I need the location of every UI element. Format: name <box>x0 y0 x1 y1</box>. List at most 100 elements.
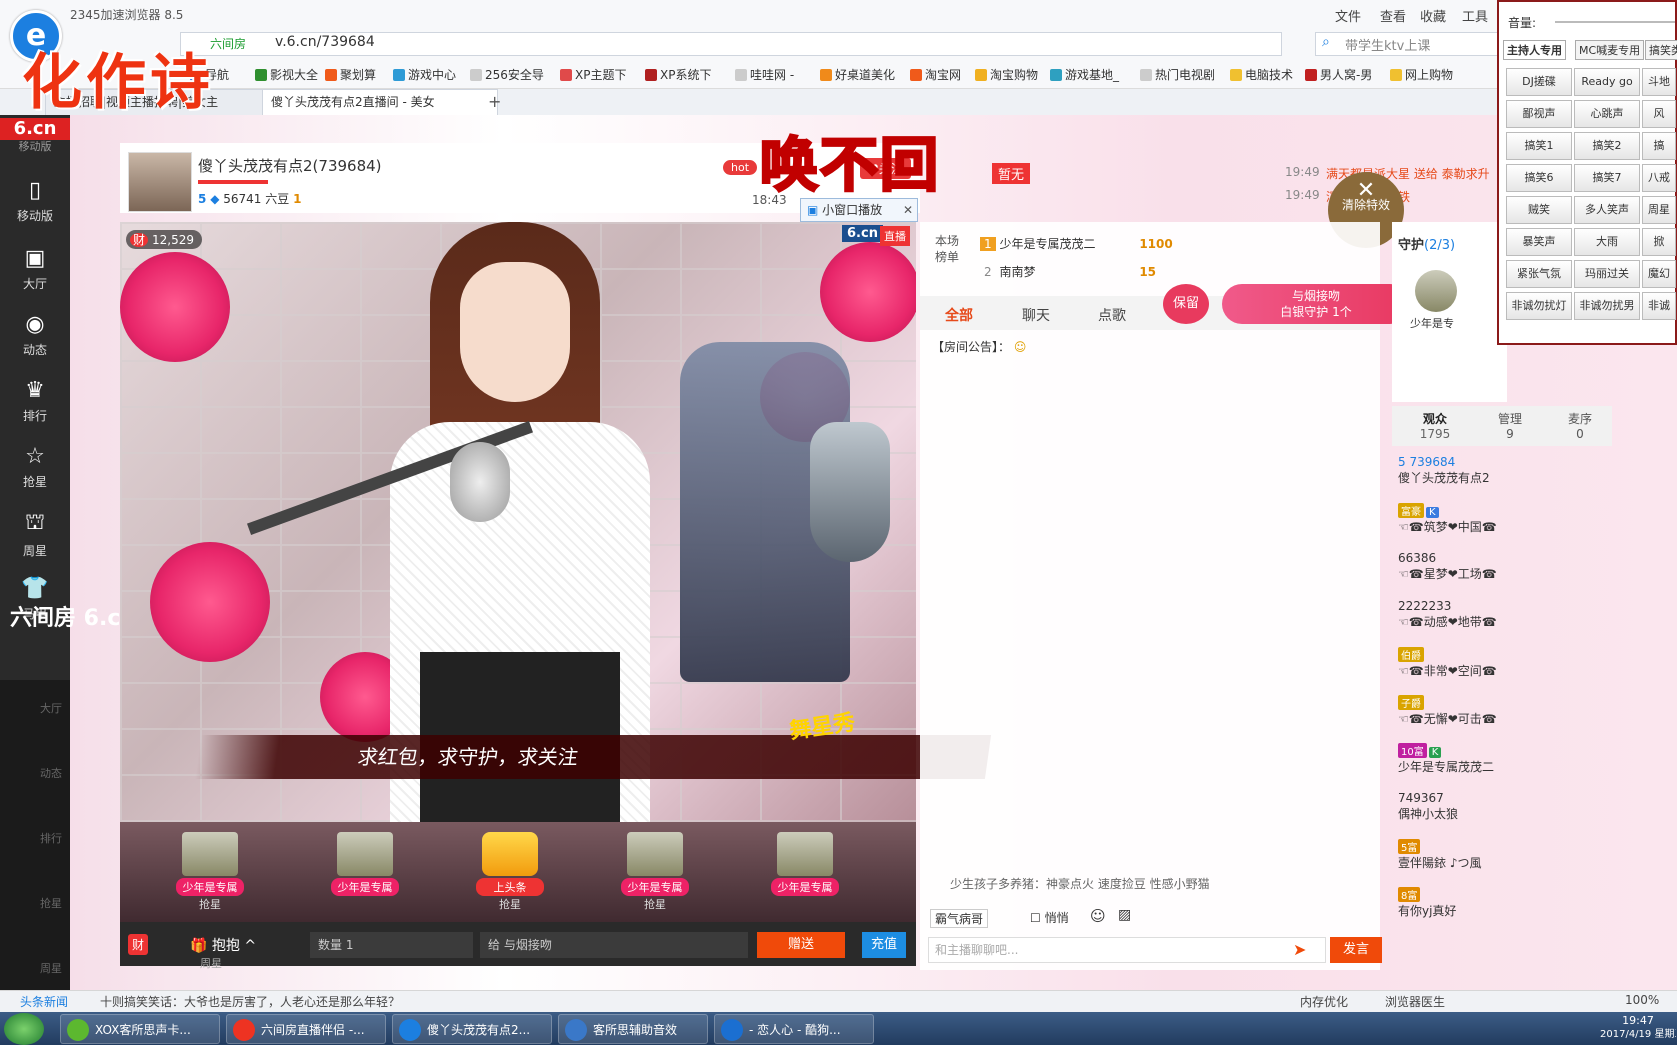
image-icon[interactable]: ▨ <box>1118 907 1131 923</box>
ranking-row[interactable]: 1 少年是专属茂茂二 1100 <box>980 235 1173 252</box>
nav-item-rank[interactable]: ♛ 排行 <box>0 370 70 434</box>
sound-button[interactable]: 搞笑2 <box>1574 132 1640 160</box>
sound-button[interactable]: 玛丽过关 <box>1574 260 1640 288</box>
sound-button[interactable]: 多人笑声 <box>1574 196 1640 224</box>
seat[interactable]: 少年是专属 抢星 <box>170 830 250 911</box>
bookmark[interactable]: 电脑技术 <box>1230 66 1293 83</box>
bookmark[interactable]: 256安全导 <box>470 66 544 83</box>
site-logo[interactable]: 6.cn <box>0 118 70 140</box>
sound-button[interactable]: 搞笑1 <box>1506 132 1572 160</box>
list-item[interactable]: 10富 K 少年是专属茂茂二 <box>1398 743 1608 791</box>
sound-button[interactable]: 非诚勿扰男 <box>1574 292 1640 320</box>
nav-item-mobile[interactable]: ▯ 移动版 <box>0 170 70 234</box>
send-icon[interactable]: ➤ <box>1293 940 1306 959</box>
emoji-icon[interactable]: ☺ <box>1090 907 1106 925</box>
new-tab-icon[interactable]: + <box>488 92 501 111</box>
list-item[interactable]: 子爵 ☜☎无懈❤可击☎ <box>1398 695 1608 743</box>
bookmark[interactable]: 好桌道美化 <box>820 66 895 83</box>
tab-mic-queue[interactable]: 麦序 0 <box>1545 410 1615 441</box>
sound-button[interactable]: 贼笑 <box>1506 196 1572 224</box>
tab-host[interactable]: 主持人专用 <box>1503 40 1566 60</box>
fortune-icon[interactable]: 财 <box>128 934 149 955</box>
taskbar-item[interactable]: XOX客所思声卡... <box>60 1014 220 1044</box>
sound-button[interactable]: 搞笑6 <box>1506 164 1572 192</box>
bookmark[interactable]: 游戏基地_ <box>1050 66 1119 83</box>
bookmark[interactable]: 网上购物 <box>1390 66 1453 83</box>
bookmark[interactable]: 哇哇网 - <box>735 66 794 83</box>
sound-button[interactable]: 风 <box>1642 100 1676 128</box>
menu-file[interactable]: 文件 <box>1335 6 1361 25</box>
zoom-level[interactable]: 100% <box>1625 993 1659 1007</box>
sound-button[interactable]: 周星 <box>1642 196 1676 224</box>
chat-target[interactable]: 霸气病哥 <box>930 909 989 928</box>
tab-mc[interactable]: MC喊麦专用 <box>1575 40 1645 60</box>
sound-button[interactable]: 暴笑声 <box>1506 228 1572 256</box>
nav-item-dynamic[interactable]: ◉ 动态 <box>0 304 70 368</box>
menu-tools[interactable]: 工具 <box>1462 6 1488 25</box>
list-item[interactable]: 2222233 ☜☎动感❤地带☎ <box>1398 599 1608 647</box>
sound-button[interactable]: 紧张气氛 <box>1506 260 1572 288</box>
memory-optimize-button[interactable]: 内存优化 <box>1300 993 1348 1010</box>
browser-tab-active[interactable]: 傻丫头茂茂有点2直播间 - 美女 <box>262 89 498 115</box>
chat-input[interactable]: 和主播聊聊吧... <box>928 937 1326 963</box>
tab-song-request[interactable]: 点歌 <box>1098 305 1126 325</box>
keep-badge[interactable]: 保留 <box>1163 284 1209 324</box>
system-clock[interactable]: 19:47 2017/4/19 星期三 <box>1600 1014 1676 1042</box>
sound-button[interactable]: 魔幻 <box>1642 260 1676 288</box>
sound-button[interactable]: 非诚勿扰灯 <box>1506 292 1572 320</box>
tab-audience[interactable]: 观众 1795 <box>1400 410 1470 441</box>
bookmark[interactable]: XP主题下 <box>560 66 626 83</box>
tab-admin[interactable]: 管理 9 <box>1475 410 1545 441</box>
sound-button[interactable]: 搞 <box>1642 132 1676 160</box>
nav-item-hall[interactable]: ▣ 大厅 <box>0 238 70 302</box>
whisper-checkbox[interactable]: ☐ 悄悄 <box>1030 909 1069 926</box>
bookmark[interactable]: 影视大全 <box>255 66 318 83</box>
volume-slider[interactable] <box>1555 21 1675 23</box>
search-icon[interactable]: ⌕ <box>1322 34 1330 50</box>
taskbar-item[interactable]: 傻丫头茂茂有点2... <box>392 1014 552 1044</box>
list-item[interactable]: 5 739684 傻丫头茂茂有点2 <box>1398 455 1608 503</box>
guard-avatar[interactable] <box>1415 270 1457 312</box>
hug-button[interactable]: 🎁 抱抱 ^ <box>190 935 256 955</box>
nav-item-star[interactable]: ☆ 抢星 <box>0 436 70 500</box>
sound-button[interactable]: 搞笑7 <box>1574 164 1640 192</box>
taskbar-item[interactable]: 客所思辅助音效 <box>558 1014 708 1044</box>
taskbar-item[interactable]: 六间房直播伴侣 -... <box>226 1014 386 1044</box>
bookmark[interactable]: 聚划算 <box>325 66 376 83</box>
sound-button[interactable]: 心跳声 <box>1574 100 1640 128</box>
list-item[interactable]: 富豪 K ☜☎筑梦❤中国☎ <box>1398 503 1608 551</box>
list-item[interactable]: 8富 有你yj真好 <box>1398 887 1608 935</box>
bookmark[interactable]: 热门电视剧 <box>1140 66 1215 83</box>
tab-chat[interactable]: 聊天 <box>1022 305 1050 325</box>
ranking-row[interactable]: 2 南南梦 15 <box>980 263 1156 280</box>
sound-button[interactable]: DJ搓碟 <box>1506 68 1572 96</box>
bookmark[interactable]: XP系统下 <box>645 66 711 83</box>
guard-button[interactable]: 与烟接吻 白银守护 1个 <box>1222 284 1410 324</box>
anchor-name[interactable]: 傻丫头茂茂有点2(739684) <box>198 155 382 176</box>
menu-favorites[interactable]: 收藏 <box>1420 6 1446 25</box>
tab-funny[interactable]: 搞笑类 <box>1645 40 1677 60</box>
news-ticker[interactable]: 十则搞笑笑话：大爷也是厉害了，人老心还是那么年轻？ <box>100 993 400 1010</box>
sound-button[interactable]: 大雨 <box>1574 228 1640 256</box>
sound-button[interactable]: Ready go <box>1574 68 1640 96</box>
recipient-select[interactable]: 给 与烟接吻 <box>480 932 748 958</box>
send-gift-button[interactable]: 赠送 <box>757 932 845 958</box>
list-item[interactable]: 66386 ☜☎星梦❤工场☎ <box>1398 551 1608 599</box>
news-link[interactable]: 头条新闻 <box>20 993 68 1010</box>
browser-doctor-button[interactable]: 浏览器医生 <box>1385 993 1445 1010</box>
mini-window-button[interactable]: ▣ 小窗口播放 ✕ <box>800 198 918 222</box>
menu-view[interactable]: 查看 <box>1380 6 1406 25</box>
sound-button[interactable]: 鄙视声 <box>1506 100 1572 128</box>
tab-all[interactable]: 全部 <box>945 305 973 325</box>
start-button[interactable] <box>4 1013 44 1045</box>
seat[interactable]: 少年是专属 <box>765 830 845 910</box>
bookmark[interactable]: 游戏中心 <box>393 66 456 83</box>
sound-button[interactable]: 八戒 <box>1642 164 1676 192</box>
url-text[interactable]: v.6.cn/739684 <box>275 34 375 50</box>
list-item[interactable]: 749367 偶神小太狼 <box>1398 791 1608 839</box>
sound-button[interactable]: 掀 <box>1642 228 1676 256</box>
bookmark[interactable]: 淘宝网 <box>910 66 961 83</box>
list-item[interactable]: 伯爵 ☜☎非常❤空间☎ <box>1398 647 1608 695</box>
seat[interactable]: 少年是专属 <box>325 830 405 910</box>
quantity-input[interactable]: 数量 1 <box>310 932 473 958</box>
